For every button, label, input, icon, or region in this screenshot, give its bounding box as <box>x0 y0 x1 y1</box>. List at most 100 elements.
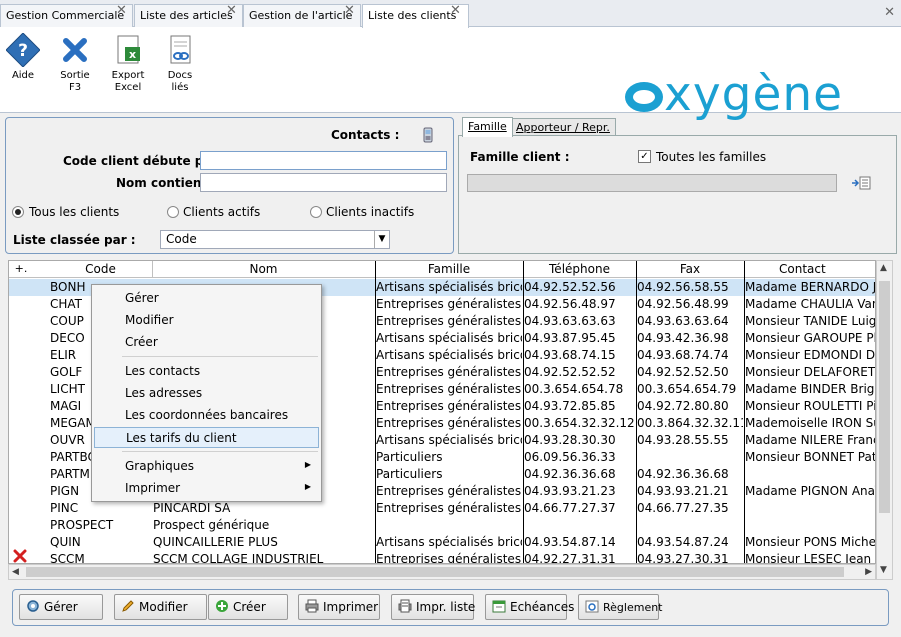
tab-gestion-commerciale[interactable]: Gestion Commerciale <box>0 4 133 27</box>
menu-item-imprimer[interactable]: Imprimer ▶ <box>94 478 319 499</box>
cell-fax: 04.93.68.74.74 <box>637 348 729 362</box>
export-excel-button[interactable]: x Export Excel <box>106 33 150 94</box>
cell-fax: 04.93.54.87.24 <box>637 535 729 549</box>
table-row[interactable]: SCCM SCCM COLLAGE INDUSTRIEL Entreprises g… <box>9 551 875 564</box>
radio-actifs-label: Clients actifs <box>183 205 261 219</box>
cell-contact: Madame PIGNON Anaïs <box>745 484 876 498</box>
aide-button[interactable]: ? Aide <box>1 33 45 82</box>
cell-telephone: 04.93.54.87.14 <box>524 535 616 549</box>
header-telephone[interactable]: Téléphone <box>523 262 636 276</box>
close-window-icon[interactable]: ✕ <box>884 5 895 20</box>
horizontal-scrollbar[interactable]: ◀ ▶ <box>8 564 876 580</box>
menu-item-graphiques[interactable]: Graphiques ▶ <box>94 456 319 477</box>
cell-telephone: 04.92.52.52.56 <box>524 280 616 294</box>
menu-item-creer[interactable]: Créer <box>94 332 319 353</box>
nom-input[interactable] <box>200 173 447 192</box>
close-icon[interactable]: ✕ <box>450 4 461 17</box>
cell-famille: Entreprises généralistes <box>376 399 522 413</box>
close-icon[interactable]: ✕ <box>226 4 237 17</box>
cell-telephone: 04.92.27.31.31 <box>524 552 616 564</box>
menu-item-modifier[interactable]: Modifier <box>94 310 319 331</box>
scroll-thumb[interactable] <box>879 281 890 513</box>
cell-telephone: 04.93.72.85.85 <box>524 399 616 413</box>
menu-separator <box>122 356 318 357</box>
phone-icon[interactable] <box>422 127 434 143</box>
tab-apporteur[interactable]: Apporteur / Repr. <box>510 118 616 136</box>
cell-fax: 00.3.654.654.79 <box>637 382 737 396</box>
impr-liste-button[interactable]: Impr. liste <box>391 594 475 620</box>
echeances-button[interactable]: Echéances <box>485 594 574 620</box>
cell-code: PINC <box>50 501 79 515</box>
cell-contact: Madame BERNARDO J <box>745 280 876 294</box>
table-row[interactable]: QUIN QUINCAILLERIE PLUS Artisans spécialis… <box>9 534 875 551</box>
add-list-icon[interactable] <box>851 176 871 190</box>
sortie-button[interactable]: Sortie F3 <box>53 33 97 94</box>
cell-famille: Artisans spécialisés bricolage <box>376 433 522 447</box>
cell-nom: SCCM COLLAGE INDUSTRIEL <box>153 552 324 564</box>
menu-item-tarifs[interactable]: Les tarifs du client <box>94 427 319 448</box>
help-icon: ? <box>6 33 40 67</box>
scroll-left-icon[interactable]: ◀ <box>12 567 19 577</box>
toolbar: ? Aide Sortie F3 x Export Excel Docs liés x… <box>0 27 901 122</box>
header-famille[interactable]: Famille <box>375 262 523 276</box>
inactive-x-icon <box>13 549 27 563</box>
scroll-up-icon[interactable]: ▲ <box>880 263 887 273</box>
table-row[interactable]: PROSPECT Prospect générique <box>9 517 875 534</box>
code-input[interactable] <box>200 151 447 170</box>
cell-fax: 00.3.864.32.32.11 <box>637 416 743 430</box>
cell-telephone: 04.92.56.48.97 <box>524 297 616 311</box>
imprimer-button[interactable]: Imprimer <box>298 594 380 620</box>
close-icon[interactable]: ✕ <box>116 4 127 17</box>
svg-text:x: x <box>129 48 136 61</box>
menu-item-coordonnees[interactable]: Les coordonnées bancaires <box>94 405 319 426</box>
vertical-scrollbar[interactable]: ▲ ▼ <box>876 260 893 580</box>
context-menu: Gérer Modifier Créer Les contacts Les ad… <box>91 284 322 502</box>
cell-fax: 04.92.36.36.68 <box>637 467 729 481</box>
column-chooser-icon[interactable]: +. <box>12 262 30 275</box>
cell-nom: Prospect générique <box>153 518 270 532</box>
chevron-down-icon[interactable]: ▼ <box>374 231 389 248</box>
print-list-icon <box>398 599 412 613</box>
cell-telephone: 00.3.654.32.32.12 <box>524 416 635 430</box>
sort-select[interactable]: Code ▼ <box>160 230 390 249</box>
tab-famille[interactable]: Famille <box>462 117 513 137</box>
cell-famille: Entreprises généralistes <box>376 552 522 564</box>
table-row[interactable]: PINC PINCARDI SA Entreprises généralistes 0… <box>9 500 875 517</box>
header-fax[interactable]: Fax <box>636 262 744 276</box>
header-code[interactable]: Code <box>49 262 152 276</box>
docs-lies-button[interactable]: Docs liés <box>158 33 202 94</box>
modifier-button[interactable]: Modifier <box>114 594 207 620</box>
menu-item-contacts[interactable]: Les contacts <box>94 361 319 382</box>
cell-telephone: 04.66.77.27.37 <box>524 501 616 515</box>
header-contact[interactable]: Contact <box>779 262 875 276</box>
creer-button[interactable]: Créer <box>208 594 288 620</box>
menu-item-adresses[interactable]: Les adresses <box>94 383 319 404</box>
cell-contact: Madame NILERE Franç <box>745 433 876 447</box>
cell-contact: Monsieur GAROUPE Ph <box>745 331 876 345</box>
radio-clients-inactifs[interactable] <box>310 206 322 218</box>
reglement-button[interactable]: Règlement <box>578 594 663 620</box>
cell-contact: Monsieur ROULETTI Pie <box>745 399 876 413</box>
toutes-familles-checkbox[interactable]: ✓ <box>638 150 651 163</box>
cell-famille: Entreprises généralistes <box>376 416 522 430</box>
cell-fax: 04.93.28.55.55 <box>637 433 729 447</box>
menu-item-gerer[interactable]: Gérer <box>94 288 319 309</box>
famille-field[interactable] <box>467 174 837 192</box>
hscroll-thumb[interactable] <box>26 567 844 577</box>
submenu-arrow-icon: ▶ <box>304 460 311 469</box>
cell-famille: Particuliers <box>376 467 443 481</box>
cell-famille: Artisans spécialisés bricolage <box>376 331 522 345</box>
cell-famille: Entreprises généralistes <box>376 382 522 396</box>
close-icon[interactable]: ✕ <box>344 4 355 17</box>
header-nom[interactable]: Nom <box>152 262 375 276</box>
svg-text:?: ? <box>18 41 28 61</box>
scroll-down-icon[interactable]: ▼ <box>880 565 887 575</box>
document-tab-bar: Gestion Commerciale ✕ Liste des articles… <box>0 0 901 28</box>
cell-telephone: 04.93.93.21.23 <box>524 484 616 498</box>
cell-famille: Artisans spécialisés bricolage <box>376 535 522 549</box>
cell-famille: Entreprises généralistes <box>376 501 522 515</box>
radio-tous-clients[interactable] <box>12 206 24 218</box>
gerer-button[interactable]: Gérer <box>19 594 103 620</box>
radio-clients-actifs[interactable] <box>167 206 179 218</box>
scroll-right-icon[interactable]: ▶ <box>865 567 872 577</box>
